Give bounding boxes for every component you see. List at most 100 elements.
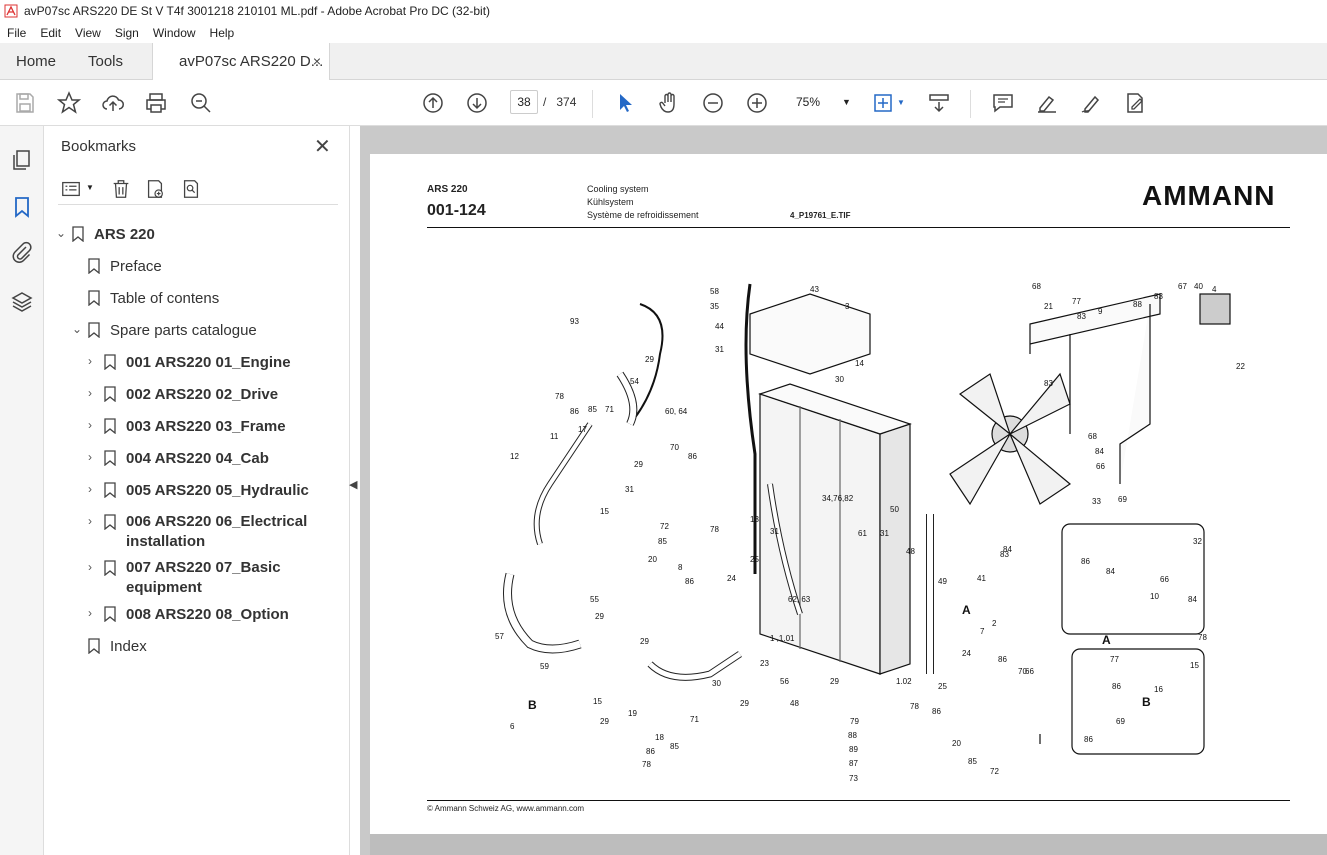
upload-cloud-icon[interactable]: [100, 90, 126, 116]
bookmark-electrical[interactable]: › 006 ARS220 06_Electrical installation: [88, 513, 328, 552]
comment-icon[interactable]: [990, 90, 1016, 116]
menu-help[interactable]: Help: [208, 26, 237, 40]
attachments-icon[interactable]: [10, 241, 34, 265]
layers-icon[interactable]: [10, 290, 34, 314]
tab-home[interactable]: Home: [16, 43, 56, 80]
part-callout: 85: [968, 757, 977, 766]
part-callout: 29: [645, 355, 654, 364]
part-callout: 8: [678, 563, 683, 572]
find-zoom-icon[interactable]: [188, 90, 214, 116]
previous-page-icon[interactable]: [420, 90, 446, 116]
menu-edit[interactable]: Edit: [38, 26, 63, 40]
tab-document[interactable]: avP07sc ARS220 D... ×: [152, 43, 330, 80]
part-callout: 86: [1112, 682, 1121, 691]
chevron-right-icon[interactable]: ›: [88, 386, 104, 400]
next-page-icon[interactable]: [464, 90, 490, 116]
part-callout: 40: [1194, 282, 1203, 291]
zoom-out-icon[interactable]: [700, 90, 726, 116]
page-thumbnails-icon[interactable]: [10, 148, 34, 172]
bookmark-basic-equipment[interactable]: › 007 ARS220 07_Basic equipment: [88, 559, 328, 598]
part-callout: 15: [600, 507, 609, 516]
find-bookmark-icon[interactable]: [180, 178, 202, 200]
zoom-in-icon[interactable]: [744, 90, 770, 116]
part-callout: 23: [760, 659, 769, 668]
menu-sign[interactable]: Sign: [113, 26, 141, 40]
select-cursor-icon[interactable]: [612, 90, 638, 116]
bookmark-flag-icon: [88, 290, 100, 306]
doc-file: 4_P19761_E.TIF: [790, 211, 851, 220]
part-callout: 15: [593, 697, 602, 706]
toolbar-divider: [970, 90, 971, 118]
tab-bar: Home Tools avP07sc ARS220 D... ×: [0, 43, 1327, 80]
chevron-right-icon[interactable]: ›: [88, 450, 104, 464]
bookmark-label: 001 ARS220 01_Engine: [126, 354, 291, 371]
chevron-right-icon[interactable]: ›: [88, 482, 104, 496]
new-bookmark-icon[interactable]: [144, 178, 166, 200]
part-callout: 33: [1092, 497, 1101, 506]
menu-window[interactable]: Window: [151, 26, 198, 40]
bookmark-ars220[interactable]: ⌄ ARS 220: [56, 226, 155, 243]
bookmark-label: Preface: [110, 258, 162, 275]
chevron-down-icon[interactable]: ⌄: [72, 322, 88, 336]
chevron-right-icon[interactable]: ›: [88, 354, 104, 368]
hand-tool-icon[interactable]: [656, 90, 682, 116]
options-list-icon[interactable]: [60, 178, 82, 200]
close-panel-icon[interactable]: ✕: [314, 134, 331, 159]
bookmark-flag-icon: [72, 226, 84, 242]
part-callout: 89: [849, 745, 858, 754]
header-rule: [427, 227, 1290, 228]
part-callout: 83: [1044, 379, 1053, 388]
bookmark-index[interactable]: Index: [72, 638, 147, 655]
zoom-level-select[interactable]: 75% ▼: [790, 90, 851, 114]
scroll-mode-icon[interactable]: [926, 90, 952, 116]
document-viewer[interactable]: ARS 220 001-124 Cooling system Kühlsyste…: [360, 126, 1327, 855]
cooling-system-diagram: 93583544314331430295460, 647886 85 7117111…: [495, 282, 1245, 783]
chevron-right-icon[interactable]: ›: [88, 560, 104, 574]
part-callout: 29: [640, 637, 649, 646]
part-callout: 3: [845, 302, 850, 311]
fit-page-icon[interactable]: [870, 90, 896, 116]
bookmark-option[interactable]: › 008 ARS220 08_Option: [88, 606, 289, 623]
tab-close-icon[interactable]: ×: [313, 53, 321, 69]
part-callout: 86: [1081, 557, 1090, 566]
chevron-down-icon[interactable]: ⌄: [56, 226, 72, 240]
bookmark-flag-icon: [104, 386, 116, 402]
bookmark-table-of-contents[interactable]: Table of contens: [72, 290, 219, 307]
bookmarks-icon[interactable]: [10, 195, 34, 219]
tab-tools[interactable]: Tools: [88, 43, 123, 80]
part-callout: 71: [605, 405, 614, 414]
draw-sign-icon[interactable]: [1078, 90, 1104, 116]
save-icon[interactable]: [12, 90, 38, 116]
bookmark-cab[interactable]: › 004 ARS220 04_Cab: [88, 450, 269, 467]
bookmark-label: Spare parts catalogue: [110, 322, 257, 339]
bookmark-drive[interactable]: › 002 ARS220 02_Drive: [88, 386, 278, 403]
highlight-pen-icon[interactable]: [1034, 90, 1060, 116]
chevron-right-icon[interactable]: ›: [88, 514, 104, 528]
options-chevron-icon[interactable]: ▼: [86, 183, 94, 192]
fill-sign-icon[interactable]: [1122, 90, 1148, 116]
part-callout: 84: [1188, 595, 1197, 604]
tab-document-label: avP07sc ARS220 D...: [179, 53, 324, 70]
fit-chevron-icon[interactable]: ▼: [897, 98, 905, 107]
bookmarks-toolbar: ▼: [58, 176, 338, 205]
bookmark-hydraulic[interactable]: › 005 ARS220 05_Hydraulic: [88, 482, 309, 499]
part-callout: 10: [1150, 592, 1159, 601]
bookmark-spare-parts[interactable]: ⌄ Spare parts catalogue: [72, 322, 257, 339]
bookmark-frame[interactable]: › 003 ARS220 03_Frame: [88, 418, 286, 435]
print-icon[interactable]: [143, 90, 169, 116]
chevron-right-icon[interactable]: ›: [88, 418, 104, 432]
bookmark-preface[interactable]: Preface: [72, 258, 162, 275]
part-callout: 48: [790, 699, 799, 708]
bookmarks-title: Bookmarks: [61, 138, 137, 155]
delete-icon[interactable]: [110, 178, 132, 200]
chevron-right-icon[interactable]: ›: [88, 606, 104, 620]
star-icon[interactable]: [56, 90, 82, 116]
part-callout: 35: [710, 302, 719, 311]
chevron-down-icon: ▼: [842, 97, 851, 107]
part-callout: 66: [1160, 575, 1169, 584]
menu-file[interactable]: File: [5, 26, 28, 40]
part-callout: 14: [855, 359, 864, 368]
bookmark-engine[interactable]: › 001 ARS220 01_Engine: [88, 354, 291, 371]
page-number-input[interactable]: 38: [510, 90, 538, 114]
menu-view[interactable]: View: [73, 26, 103, 40]
